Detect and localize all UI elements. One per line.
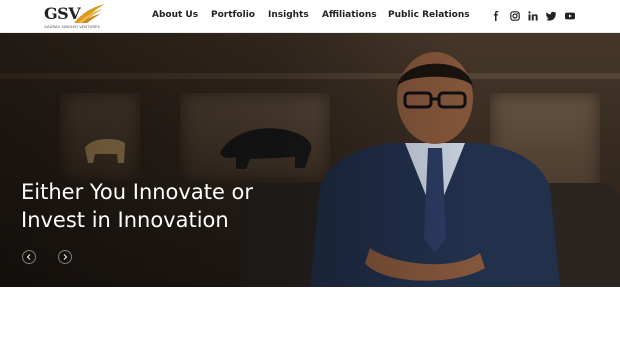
chevron-right-icon [63,254,68,260]
hero-headline-line1: Either You Innovate or [21,180,254,204]
chevron-left-icon [26,254,31,260]
facebook-icon[interactable] [491,11,501,21]
site-header: GSV GAURAV SINGHVI VENTURES About Us Por… [0,0,620,33]
instagram-icon[interactable] [510,11,520,21]
hero-banner: Either You Innovate or Invest in Innovat… [0,33,620,287]
carousel-next-button[interactable] [58,250,72,264]
nav-insights[interactable]: Insights [268,10,309,20]
twitter-icon[interactable] [546,11,556,21]
gsv-logo[interactable]: GSV GAURAV SINGHVI VENTURES [44,4,106,30]
linkedin-icon[interactable] [528,11,538,21]
carousel-prev-button[interactable] [22,250,36,264]
wing-icon [74,4,105,23]
nav-portfolio[interactable]: Portfolio [211,10,255,20]
nav-public-relations[interactable]: Public Relations [388,10,470,20]
nav-affiliations[interactable]: Affiliations [322,10,377,20]
hero-headline-line2: Invest in Innovation [21,208,229,232]
page-body-area [0,287,620,343]
hero-overlay [0,33,620,287]
logo-subtitle: GAURAV SINGHVI VENTURES [44,25,101,29]
nav-about-us[interactable]: About Us [152,10,198,20]
youtube-icon[interactable] [565,11,575,21]
